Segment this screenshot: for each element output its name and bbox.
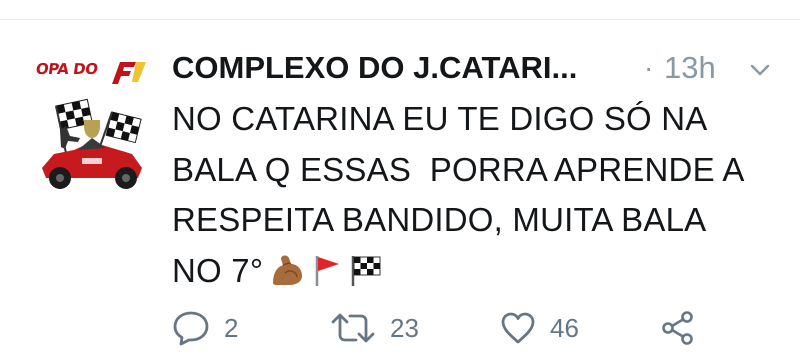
flexed-biceps-icon: [269, 253, 305, 287]
chequered-flag-icon: [349, 253, 383, 287]
tweet-text-line: NO 7°: [172, 251, 264, 289]
heart-icon: [500, 311, 536, 345]
reply-button[interactable]: 2: [172, 308, 238, 348]
share-icon: [660, 310, 696, 346]
tweet-timestamp[interactable]: 13h: [664, 50, 716, 86]
tweet-text-line-last: NO 7°: [172, 246, 772, 297]
chevron-down-icon[interactable]: [746, 56, 774, 84]
tweet-text: NO CATARINA EU TE DIGO SÓ NA BALA Q ESSA…: [172, 94, 772, 296]
retweet-icon: [330, 311, 376, 345]
avatar-logo-text: OPA DO: [34, 60, 99, 78]
tweet-text-line: NO CATARINA EU TE DIGO SÓ NA: [172, 100, 708, 137]
share-button[interactable]: [660, 308, 696, 348]
retweet-count: 23: [390, 312, 419, 343]
tweet[interactable]: OPA DO COMPLEXO DO J.CATARI... · 13h NO …: [0, 20, 800, 357]
like-count: 46: [550, 312, 579, 343]
tweet-text-line: BALA Q ESSAS PORRA APRENDE A: [172, 150, 745, 188]
like-button[interactable]: 46: [500, 308, 579, 348]
author-name[interactable]: COMPLEXO DO J.CATARI...: [172, 50, 577, 86]
header-separator: ·: [644, 52, 654, 83]
reply-icon: [172, 310, 210, 346]
tweet-actions: 2 23 46: [172, 308, 772, 348]
retweet-button[interactable]: 23: [330, 308, 419, 348]
tweet-header: COMPLEXO DO J.CATARI... · 13h: [172, 50, 782, 90]
triangular-flag-icon: [311, 253, 343, 287]
tweet-text-line: RESPEITA BANDIDO, MUITA BALA: [172, 201, 707, 238]
avatar[interactable]: OPA DO: [34, 50, 150, 198]
reply-count: 2: [224, 312, 239, 343]
